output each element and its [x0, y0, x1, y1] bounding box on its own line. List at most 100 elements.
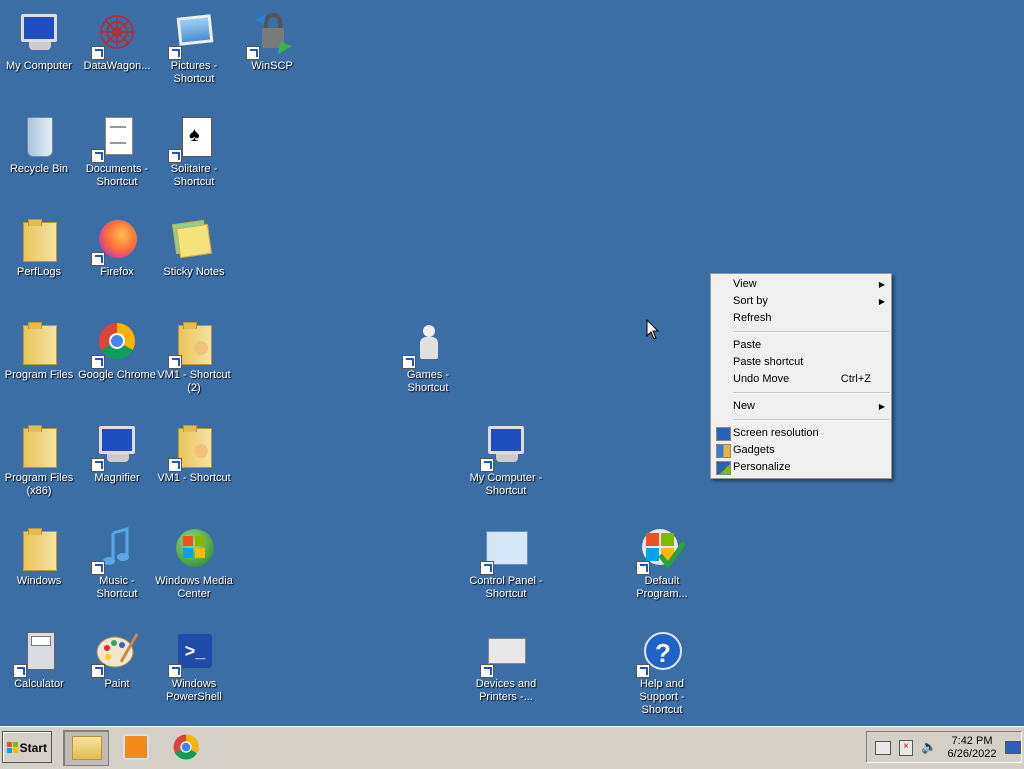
shortcut-arrow-icon: [91, 664, 105, 678]
shortcut-arrow-icon: [168, 46, 182, 60]
folder-icon: [15, 525, 63, 573]
start-label: Start: [19, 741, 47, 755]
menu-item-personalize[interactable]: Personalize: [711, 459, 891, 476]
show-desktop-icon[interactable]: [1005, 741, 1021, 754]
screen-resolution-icon: [716, 427, 731, 441]
menu-item-screen-resolution[interactable]: Screen resolution: [711, 425, 891, 442]
winscp-icon: [246, 10, 296, 60]
powershell-icon: >_: [168, 628, 218, 678]
desktop-icon-vm1-shortcut[interactable]: VM1 - Shortcut: [155, 418, 233, 485]
desktop-icon-label: Windows: [16, 575, 62, 587]
desktop-icon-solitaire-shortcut[interactable]: Solitaire - Shortcut: [155, 109, 233, 189]
desktop-icon-control-panel-shortcut[interactable]: Control Panel - Shortcut: [467, 521, 545, 601]
desktop-icon-devices-and-printers[interactable]: Devices and Printers -...: [467, 624, 545, 704]
desktop-icon-label: DataWagon...: [83, 60, 151, 72]
taskbar-media-player-button[interactable]: [115, 730, 159, 764]
menu-item-refresh[interactable]: Refresh: [711, 310, 891, 327]
shortcut-arrow-icon: [480, 458, 494, 472]
volume-icon[interactable]: 🔈: [921, 739, 937, 755]
games-icon: [402, 319, 452, 369]
desktop-icon-google-chrome[interactable]: Google Chrome: [78, 315, 156, 382]
shortcut-arrow-icon: [168, 664, 182, 678]
menu-item-undo-move[interactable]: Undo Move Ctrl+Z: [711, 371, 891, 388]
desktop-icon-label: Calculator: [14, 678, 64, 690]
taskbar-explorer-button[interactable]: [63, 730, 109, 766]
desktop-icon-perflogs[interactable]: PerfLogs: [0, 212, 78, 279]
desktop-icon-music-shortcut[interactable]: Music - Shortcut: [78, 521, 156, 601]
magnifier-icon: [91, 422, 141, 472]
taskbar-chrome-button[interactable]: [165, 730, 209, 764]
menu-item-shortcut: Ctrl+Z: [840, 373, 871, 385]
desktop-icon-windows[interactable]: Windows: [0, 521, 78, 588]
help-icon: ?: [636, 628, 686, 678]
desktop-icon-label: Solitaire - Shortcut: [170, 163, 218, 188]
desktop-icon-magnifier[interactable]: Magnifier: [78, 418, 156, 485]
printer-icon: [480, 628, 530, 678]
desktop-icon-label: Games - Shortcut: [406, 369, 450, 394]
network-icon[interactable]: [875, 741, 891, 755]
desktop-icon-my-computer[interactable]: My Computer: [0, 6, 78, 73]
clock[interactable]: 7:42 PM 6/26/2022: [941, 735, 1003, 761]
personalize-icon: [716, 461, 731, 475]
menu-item-label: New: [733, 400, 756, 412]
music-icon: [91, 525, 141, 575]
desktop-icon-firefox[interactable]: Firefox: [78, 212, 156, 279]
submenu-arrow-icon: ▶: [878, 280, 885, 289]
calculator-icon: [13, 628, 63, 678]
desktop-icon-games-shortcut[interactable]: Games - Shortcut: [389, 315, 467, 395]
start-button[interactable]: Start: [2, 731, 52, 763]
submenu-arrow-icon: ▶: [878, 297, 885, 306]
menu-item-label: Gadgets: [733, 444, 775, 456]
desktop-icon-my-computer-shortcut[interactable]: My Computer - Shortcut: [467, 418, 545, 498]
menu-item-new[interactable]: New ▶: [711, 398, 891, 415]
media-center-icon: [170, 525, 218, 573]
desktop-icon-recycle-bin[interactable]: Recycle Bin: [0, 109, 78, 176]
shortcut-arrow-icon: [91, 149, 105, 163]
desktop-icon-label: My Computer - Shortcut: [469, 472, 543, 497]
desktop-icon-label: Windows PowerShell: [166, 678, 222, 703]
desktop-icon-windows-media-center[interactable]: Windows Media Center: [155, 521, 233, 601]
action-center-icon[interactable]: ×: [899, 740, 913, 756]
desktop-icon-label: Google Chrome: [78, 369, 156, 381]
desktop-icon-label: Default Program...: [636, 575, 688, 600]
folder-user-icon: [168, 422, 218, 472]
computer-icon: [480, 422, 530, 472]
chrome-icon: [91, 319, 141, 369]
menu-separator: [733, 392, 889, 394]
shortcut-arrow-icon: [480, 561, 494, 575]
desktop-icon-datawagon[interactable]: DataWagon...: [78, 6, 156, 73]
desktop-icon-pictures-shortcut[interactable]: Pictures - Shortcut: [155, 6, 233, 86]
desktop[interactable]: My Computer Recycle Bin PerfLogs Program…: [0, 0, 1024, 726]
shortcut-arrow-icon: [168, 149, 182, 163]
desktop-icon-help-and-support[interactable]: ? Help and Support - Shortcut: [623, 624, 701, 717]
desktop-icon-program-files[interactable]: Program Files: [0, 315, 78, 382]
menu-item-view[interactable]: View ▶: [711, 276, 891, 293]
shortcut-arrow-icon: [91, 252, 105, 266]
menu-item-label: Personalize: [733, 461, 791, 473]
desktop-icon-windows-powershell[interactable]: >_ Windows PowerShell: [155, 624, 233, 704]
menu-item-sort-by[interactable]: Sort by ▶: [711, 293, 891, 310]
desktop-icon-label: Sticky Notes: [163, 266, 225, 278]
shortcut-arrow-icon: [636, 664, 650, 678]
desktop-icon-calculator[interactable]: Calculator: [0, 624, 78, 691]
menu-item-label: Paste: [733, 339, 762, 351]
control-panel-icon: [480, 525, 530, 575]
desktop-icon-winscp[interactable]: WinSCP: [233, 6, 311, 73]
taskbar: Start × 🔈 7:42 PM 6/26/2022: [0, 726, 1024, 769]
desktop-icon-label: Documents - Shortcut: [85, 163, 149, 188]
desktop-icon-default-programs[interactable]: Default Program...: [623, 521, 701, 601]
desktop-icon-vm1-shortcut-2[interactable]: VM1 - Shortcut (2): [155, 315, 233, 395]
menu-separator: [733, 419, 889, 421]
desktop-icon-paint[interactable]: Paint: [78, 624, 156, 691]
shortcut-arrow-icon: [636, 561, 650, 575]
shortcut-arrow-icon: [91, 46, 105, 60]
menu-item-paste-shortcut[interactable]: Paste shortcut: [711, 354, 891, 371]
menu-item-label: Refresh: [733, 312, 772, 324]
desktop-icon-label: Program Files (x86): [4, 472, 74, 497]
menu-item-paste[interactable]: Paste: [711, 337, 891, 354]
menu-item-gadgets[interactable]: Gadgets: [711, 442, 891, 459]
desktop-icon-sticky-notes[interactable]: Sticky Notes: [155, 212, 233, 279]
desktop-icon-program-files-x86[interactable]: Program Files (x86): [0, 418, 78, 498]
shortcut-arrow-icon: [91, 355, 105, 369]
desktop-icon-documents-shortcut[interactable]: Documents - Shortcut: [78, 109, 156, 189]
